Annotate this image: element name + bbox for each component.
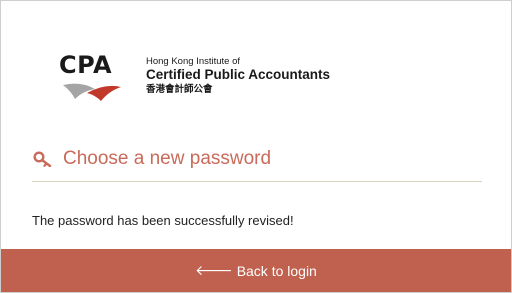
hkicpa-logo: CPA Hong Kong Institute of Certified Pub… xyxy=(59,53,359,105)
heading-divider xyxy=(32,181,482,182)
key-icon xyxy=(33,151,52,167)
success-message: The password has been successfully revis… xyxy=(32,213,294,228)
back-to-login-label: Back to login xyxy=(236,262,317,279)
institute-name-line1: Hong Kong Institute of xyxy=(146,56,241,67)
logo-swoosh-icon xyxy=(63,83,121,101)
institute-name-line2: Certified Public Accountants xyxy=(146,67,331,82)
page-title: Choose a new password xyxy=(63,148,272,169)
back-to-login-button[interactable]: 🡐 Back to login xyxy=(1,249,511,292)
institute-name-chinese: 香港會計師公會 xyxy=(146,84,213,95)
arrow-left-icon: 🡐 xyxy=(195,263,233,279)
reset-password-panel: CPA Hong Kong Institute of Certified Pub… xyxy=(0,0,512,293)
logo-abbr: CPA xyxy=(59,51,113,79)
form-heading: Choose a new password xyxy=(33,147,271,171)
